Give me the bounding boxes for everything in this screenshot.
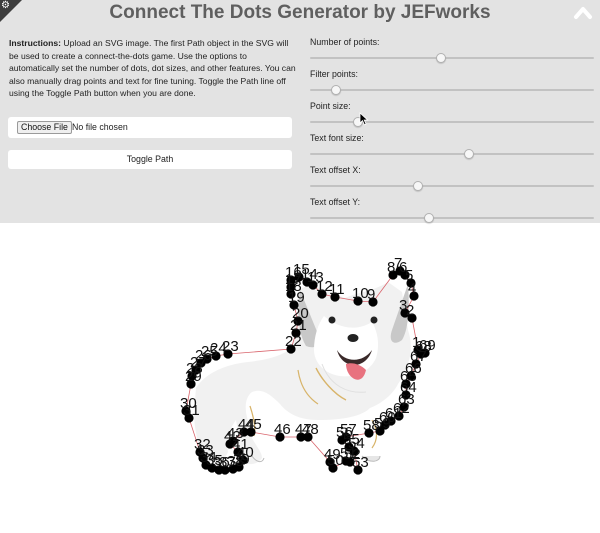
slider-track[interactable] xyxy=(310,53,594,63)
control-panel: Instructions: Upload an SVG image. The f… xyxy=(0,28,600,223)
toggle-path-button[interactable]: Toggle Path xyxy=(8,150,292,169)
slider-label: Text offset Y: xyxy=(310,197,361,207)
drawing-canvas[interactable]: 1 2 3 4 5 6 7 8 9 10 11 12 13 14 15 16 17 18 19 20 21 22 23 24 2… xyxy=(0,223,600,533)
slider-track[interactable] xyxy=(310,149,594,159)
dot-label[interactable]: 31 xyxy=(183,402,200,419)
dot-label[interactable]: 19 xyxy=(288,289,305,306)
slider-thumb[interactable] xyxy=(412,181,423,191)
dot-label[interactable]: 46 xyxy=(274,421,291,438)
slider-thumb[interactable] xyxy=(424,213,435,223)
chevron-up-icon[interactable] xyxy=(572,3,594,23)
dot-label[interactable]: 48 xyxy=(302,421,319,438)
choose-file-button[interactable]: Choose File xyxy=(17,121,72,134)
slider-label: Number of points: xyxy=(310,37,380,47)
dots-svg[interactable]: 1234567891011121314151617181920212223242… xyxy=(0,223,600,533)
dot-label[interactable]: 10 xyxy=(352,285,369,302)
dot-label[interactable]: 69 xyxy=(419,337,436,354)
slider-label: Point size: xyxy=(310,101,351,111)
slider-track[interactable] xyxy=(310,85,594,95)
slider-track[interactable] xyxy=(310,181,594,191)
slider-thumb[interactable] xyxy=(330,85,341,95)
dot-label[interactable]: 22 xyxy=(285,333,302,350)
slider-label: Text offset X: xyxy=(310,165,361,175)
slider-label: Filter points: xyxy=(310,69,358,79)
dot-label[interactable]: 53 xyxy=(352,454,369,471)
slider-track[interactable] xyxy=(310,213,594,223)
slider-label: Text font size: xyxy=(310,133,364,143)
instructions-label: Instructions: xyxy=(9,38,62,48)
instructions-text: Instructions: Upload an SVG image. The f… xyxy=(9,37,297,100)
mouse-cursor-icon xyxy=(359,112,369,126)
slider-thumb[interactable] xyxy=(435,53,446,63)
app-window: ⚙ Connect The Dots Generator by JEFworks… xyxy=(0,0,600,533)
slider-track[interactable] xyxy=(310,117,594,127)
file-input[interactable]: Choose File No file chosen xyxy=(8,117,292,138)
file-status: No file chosen xyxy=(72,122,128,132)
header-bar: ⚙ Connect The Dots Generator by JEFworks xyxy=(0,0,600,28)
dot-label[interactable]: 45 xyxy=(245,416,262,433)
dot-label[interactable]: 57 xyxy=(340,421,357,438)
dot-label[interactable]: 3 xyxy=(399,297,407,314)
slider-thumb[interactable] xyxy=(464,149,475,159)
dot-label[interactable]: 29 xyxy=(185,368,202,385)
dot-label[interactable]: 8 xyxy=(387,259,395,276)
dot-label[interactable]: 21 xyxy=(290,317,307,334)
page-title: Connect The Dots Generator by JEFworks xyxy=(109,2,491,23)
